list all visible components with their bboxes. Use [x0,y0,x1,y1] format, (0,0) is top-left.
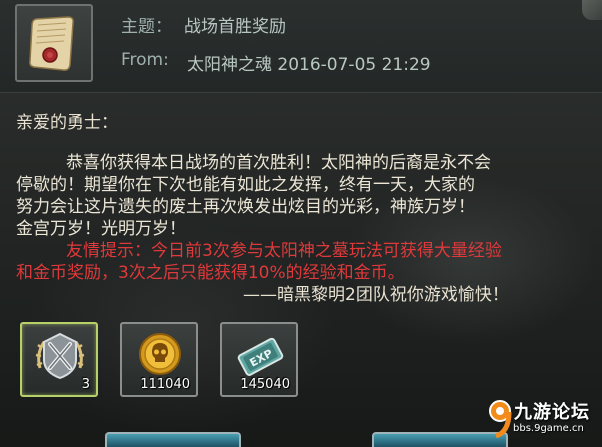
mail-body-line: 努力会让这片遗失的废土再次焕发出炫目的光彩，神族万岁！ [16,197,475,217]
reward-count: 111040 [140,377,190,392]
mail-action-button-left[interactable] [105,432,241,447]
crossed-swords-medal-icon [35,332,85,380]
panel-corner-ornament [582,0,602,20]
reward-count: 3 [81,377,90,392]
mail-body-line: 恭喜你获得本日战场的首次胜利！太阳神的后裔是永不会 [66,153,491,173]
reward-slot-honor-medal[interactable]: 3 [20,322,98,397]
gold-skull-coin-icon [139,333,181,375]
reward-count: 145040 [240,377,290,392]
exp-scroll-icon: EXP [237,337,284,376]
mail-body-line: 金宫万岁！光明万岁！ [16,219,186,239]
subject-label: 主题： [121,17,172,37]
friendly-tip-line: 和金币奖励，3次之后只能获得10%的经验和金币。 [16,263,405,283]
mail-panel: 主题： 战场首胜奖励 From: 太阳神之魂 2016-07-05 21:29 … [0,0,602,447]
watermark-url: bbs.9game.cn [513,423,584,434]
reward-slot-experience[interactable]: EXP 145040 [220,322,298,397]
watermark-logo-text: 九游论坛 [514,402,590,423]
mail-signature: ——暗黑黎明2团队祝你游戏愉快！ [243,285,509,305]
mail-subject: 战场首胜奖励 [184,17,286,37]
mail-body-line: 停歇的！期望你在下次也能有如此之发挥，终有一天，大家的 [16,175,475,195]
mail-sender-date: 太阳神之魂 2016-07-05 21:29 [187,55,431,75]
friendly-tip-line: 友情提示：今日前3次参与太阳神之墓玩法可获得大量经验 [66,241,502,261]
nine-logo-icon [489,400,512,438]
from-label: From: [121,50,169,70]
mail-header: 主题： 战场首胜奖励 From: 太阳神之魂 2016-07-05 21:29 [0,0,602,93]
reward-slot-gold[interactable]: 111040 [120,322,198,397]
mail-greeting: 亲爱的勇士： [16,113,118,133]
watermark: 九游论坛 bbs.9game.cn [488,396,602,447]
scroll-letter-icon [15,4,93,82]
